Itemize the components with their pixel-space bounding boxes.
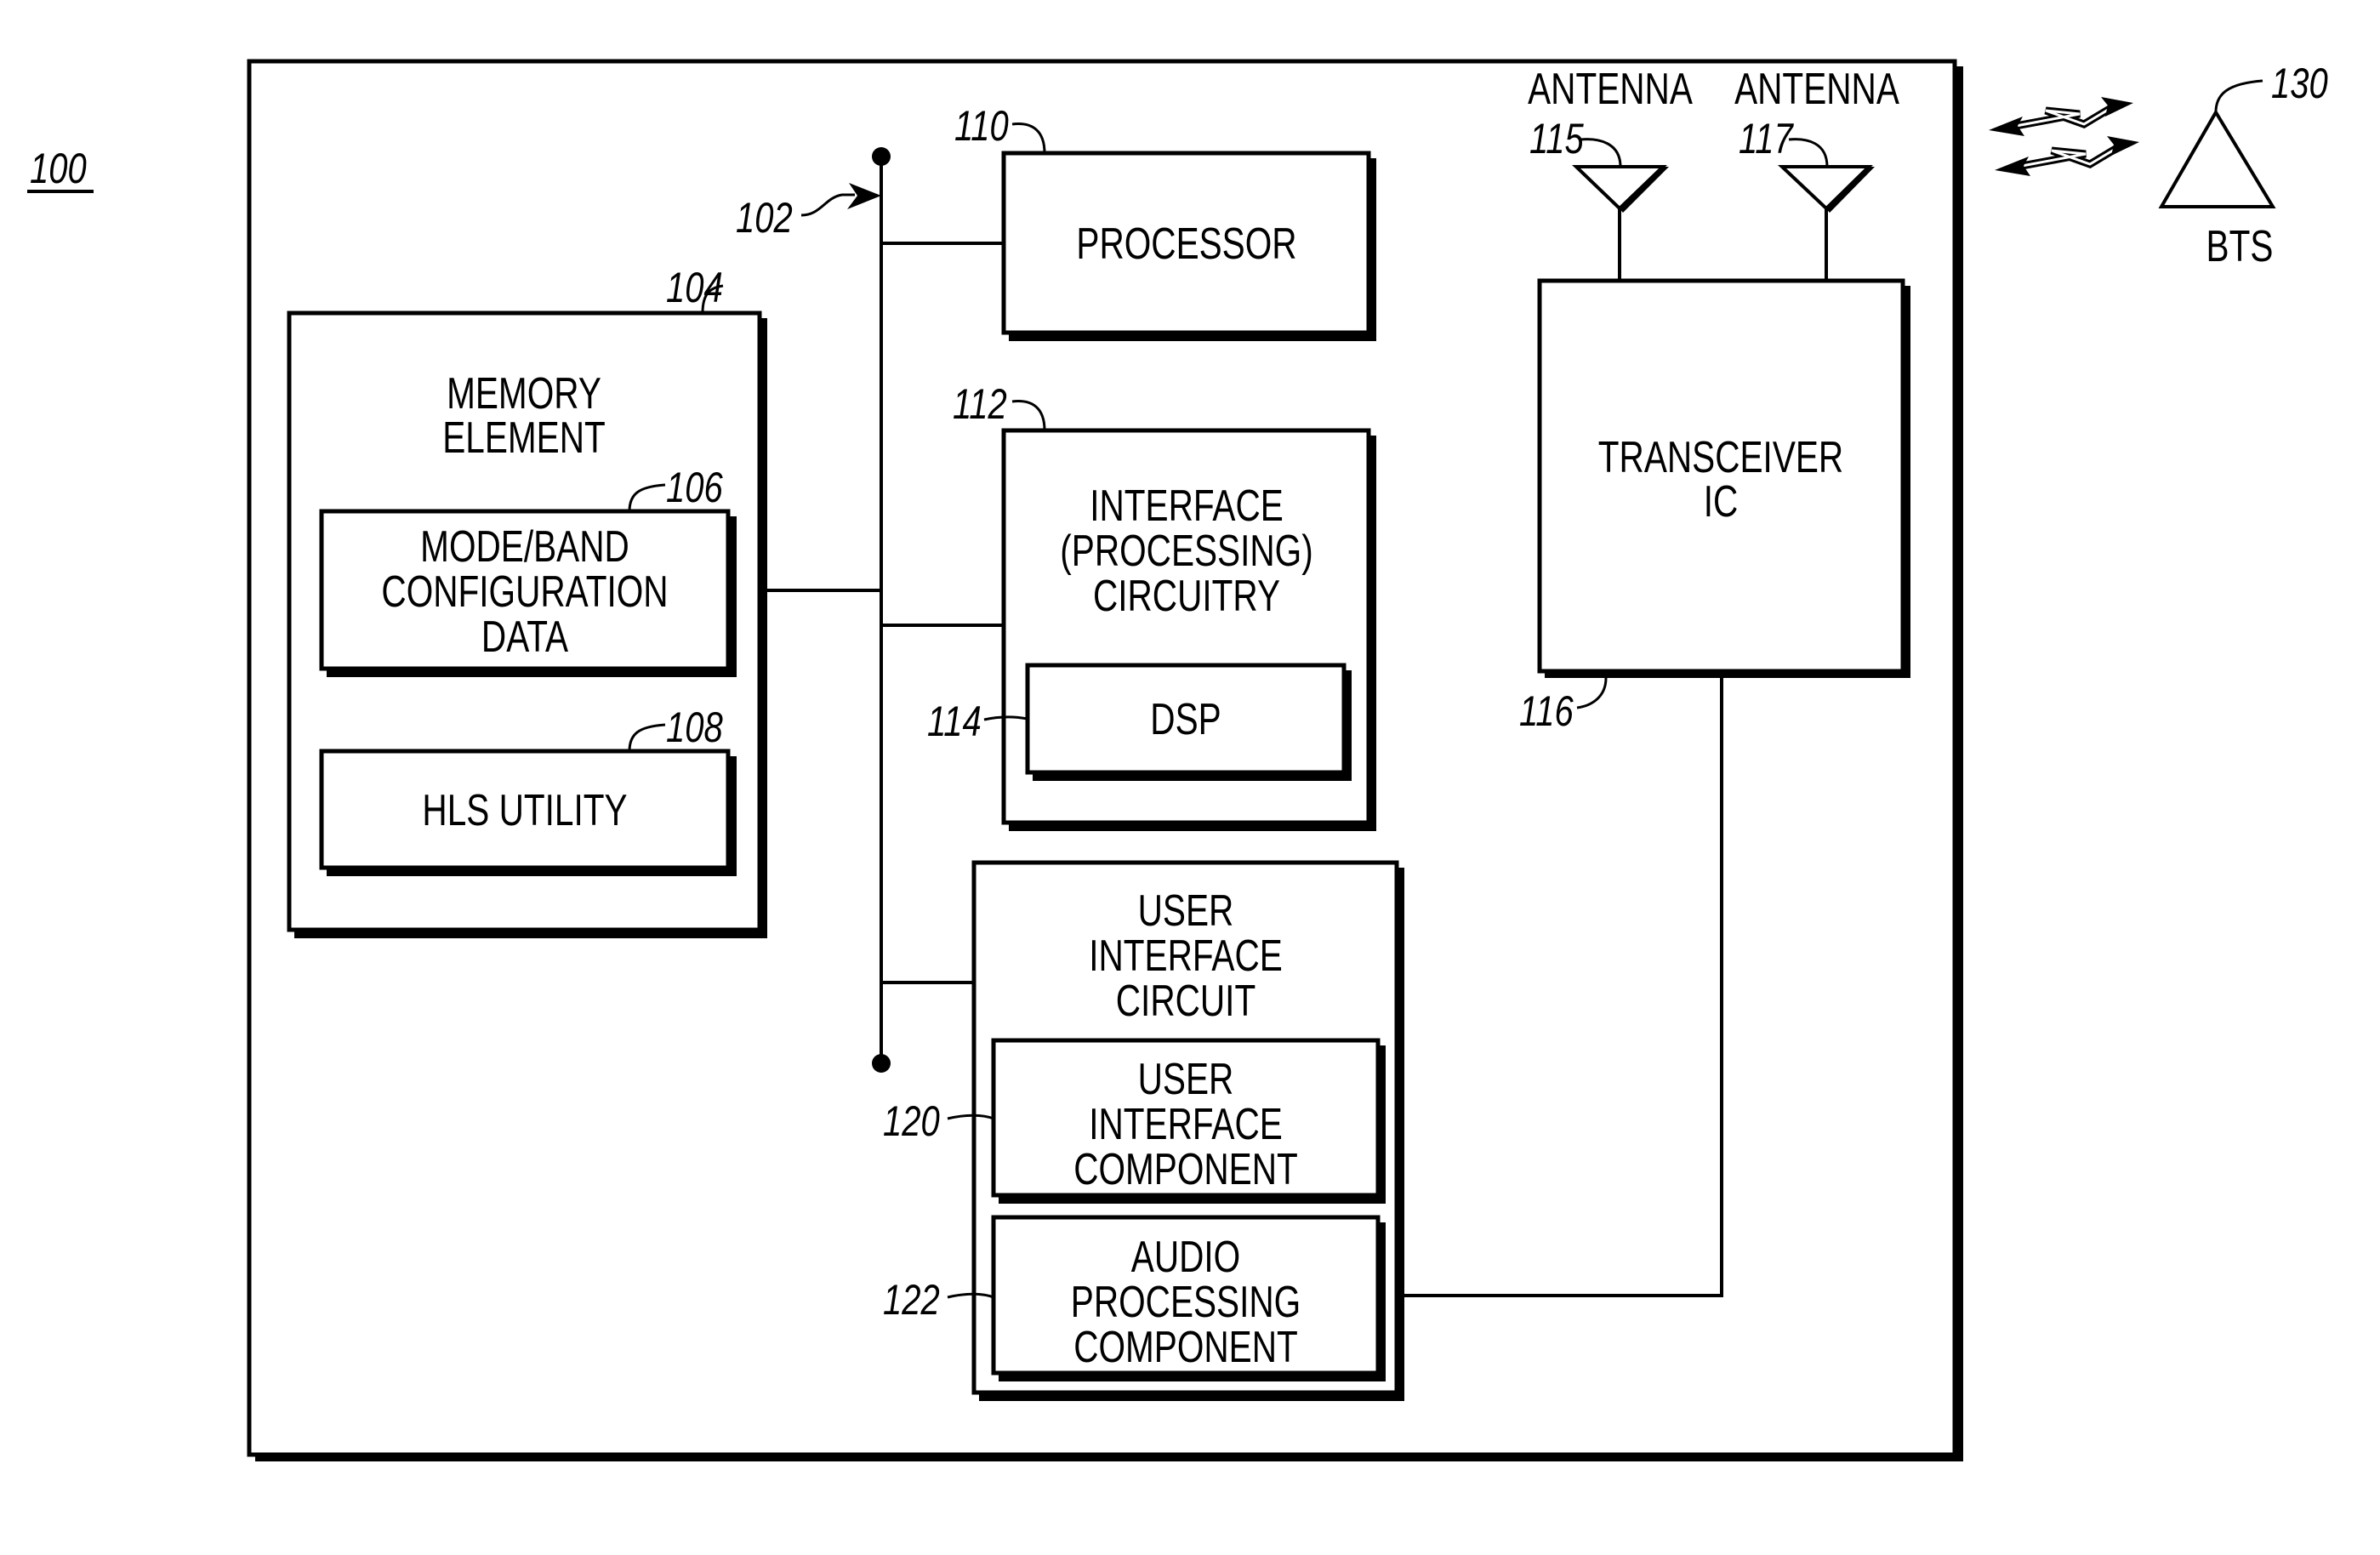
user-interface-circuit-label-line-1: USER: [1138, 886, 1234, 935]
hls-utility-ref: 108: [666, 703, 723, 751]
transceiver-ic-block[interactable]: TRANSCEIVER IC 116: [1519, 278, 1910, 735]
user-interface-component-ref: 120: [883, 1097, 940, 1145]
mode-band-config-label-line-3: DATA: [481, 612, 568, 661]
audio-processing-component-label-line-2: PROCESSING: [1071, 1277, 1301, 1326]
bus-bottom-terminal: [872, 1054, 891, 1073]
mode-band-config-label-line-1: MODE/BAND: [420, 521, 629, 571]
dsp-label: DSP: [1150, 694, 1221, 743]
figure-reference-number: 100: [30, 145, 87, 192]
bus-top-terminal: [872, 147, 891, 166]
hls-utility-label: HLS UTILITY: [422, 785, 627, 834]
memory-element-label-line-2: ELEMENT: [442, 413, 606, 462]
interface-circuitry-label-line-2: (PROCESSING): [1060, 526, 1312, 575]
antenna-115-ref: 115: [1529, 115, 1584, 162]
interface-circuitry-label-line-1: INTERFACE: [1090, 481, 1284, 530]
interface-circuitry-ref: 112: [953, 380, 1007, 428]
wireless-link: [1989, 97, 2139, 176]
bts-label: BTS: [2206, 221, 2274, 271]
audio-processing-component-label-line-1: AUDIO: [1131, 1232, 1240, 1281]
user-interface-circuit-label-line-2: INTERFACE: [1089, 931, 1283, 980]
memory-element-label-line-1: MEMORY: [447, 368, 601, 418]
mode-band-config-label-line-2: CONFIGURATION: [381, 567, 668, 616]
user-interface-component-label-line-2: INTERFACE: [1089, 1099, 1283, 1148]
wireless-arrow-upper-icon: [1989, 97, 2133, 136]
processor-ref: 110: [954, 102, 1009, 150]
figure-reference: 100: [27, 145, 94, 193]
bus-ref: 102: [736, 194, 793, 242]
antenna-117-label: ANTENNA: [1734, 64, 1899, 113]
user-interface-component-label-line-3: COMPONENT: [1073, 1144, 1298, 1193]
audio-processing-component-ref: 122: [883, 1276, 940, 1324]
transceiver-ic-label-line-1: TRANSCEIVER: [1598, 432, 1843, 481]
bts-leader: [2214, 79, 2263, 113]
base-transceiver-station[interactable]: BTS 130: [2158, 60, 2328, 271]
bts-ref: 130: [2271, 60, 2328, 107]
transceiver-ic-label-line-2: IC: [1704, 476, 1739, 526]
block-diagram: 100 102 MEMORY ELEMENT 104 MODE/BAND CON…: [27, 59, 2328, 1461]
processor-label: PROCESSOR: [1076, 219, 1296, 268]
antenna-117-ref: 117: [1739, 115, 1794, 162]
wireless-arrow-lower-icon: [1995, 136, 2139, 176]
interface-circuitry-label-line-3: CIRCUITRY: [1093, 571, 1280, 620]
user-interface-component-label-line-1: USER: [1138, 1054, 1234, 1103]
dsp-ref: 114: [927, 698, 982, 745]
user-interface-circuit-label-line-3: CIRCUIT: [1116, 976, 1255, 1025]
bts-tower-icon: [2158, 109, 2276, 208]
transceiver-ic-ref: 116: [1519, 687, 1574, 735]
audio-processing-component-label-line-3: COMPONENT: [1073, 1322, 1298, 1371]
mode-band-config-ref: 106: [666, 464, 723, 511]
antenna-115-label: ANTENNA: [1528, 64, 1693, 113]
